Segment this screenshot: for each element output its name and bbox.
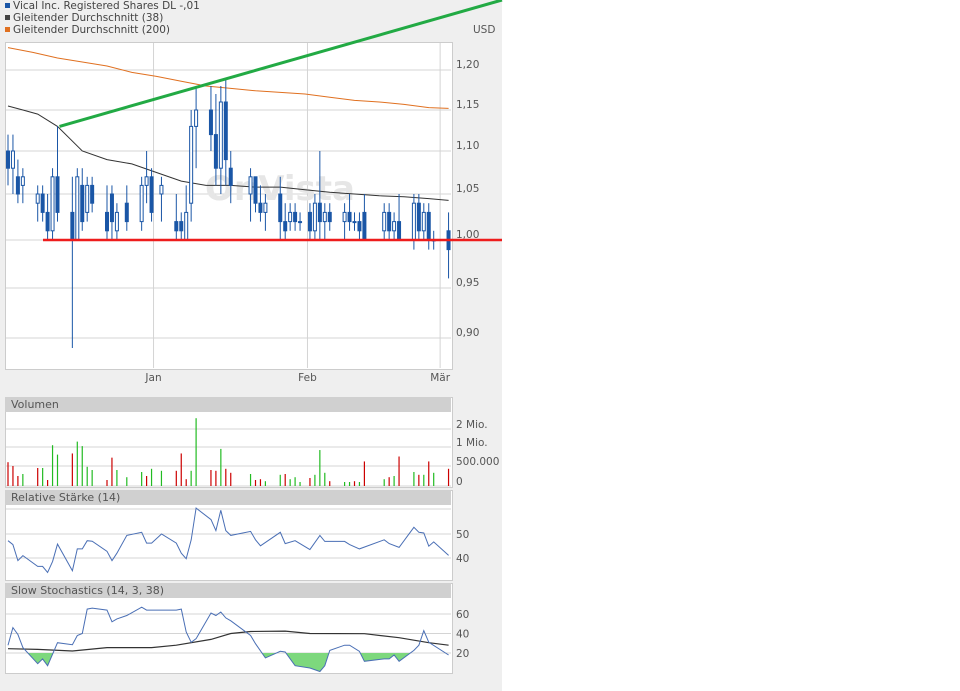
candle-body	[184, 211, 189, 241]
candle-body	[278, 193, 283, 223]
candle-body	[218, 101, 223, 169]
y-tick-label: 1,15	[456, 99, 479, 111]
candle-body	[174, 221, 179, 232]
candle-body	[416, 202, 421, 232]
candle-body	[293, 211, 298, 223]
y-tick-label: 20	[456, 648, 469, 660]
y-tick-label: 500.000	[456, 456, 499, 468]
candle-body	[50, 176, 55, 232]
candle-body	[139, 184, 144, 223]
candle-body	[387, 211, 392, 232]
candle-body	[70, 211, 75, 241]
y-tick-label: 1 Mio.	[456, 437, 488, 449]
candle-body	[248, 176, 253, 195]
y-tick-label: 0,90	[456, 327, 479, 339]
candle-body	[421, 211, 426, 232]
candle-body	[114, 211, 119, 232]
candle-body	[411, 202, 416, 241]
candle-body	[357, 221, 362, 232]
y-tick-label: 1,10	[456, 140, 479, 152]
y-tick-label: 0	[456, 476, 463, 488]
candle-body	[347, 211, 352, 223]
candle-body	[80, 184, 85, 223]
candle-body	[20, 176, 25, 186]
candle-body	[109, 193, 114, 223]
candle-body	[179, 221, 184, 232]
candle-body	[85, 184, 90, 213]
candle-body	[327, 211, 332, 223]
y-tick-label: 1,05	[456, 183, 479, 195]
y-tick-label: 0,95	[456, 277, 479, 289]
candle-body	[312, 202, 317, 232]
y-tick-label: 2 Mio.	[456, 419, 488, 431]
candle-body	[45, 211, 50, 232]
oversold-fill	[360, 653, 411, 662]
candle-body	[298, 221, 303, 224]
oversold-fill	[27, 653, 54, 666]
x-tick-label: Mär	[430, 372, 450, 384]
candle-body	[426, 211, 431, 241]
candle-body	[397, 221, 402, 241]
x-tick-label: Jan	[144, 372, 161, 384]
x-tick-label: Feb	[298, 372, 317, 384]
candle-body	[382, 211, 387, 232]
candle-body	[6, 150, 10, 169]
candle-body	[149, 176, 154, 213]
candle-body	[253, 176, 258, 204]
candle-body	[10, 150, 15, 169]
candle-body	[90, 184, 95, 204]
candle-body	[283, 221, 288, 232]
y-tick-label: 40	[456, 553, 469, 565]
candle-body	[208, 109, 213, 136]
chart-canvas: 1,201,151,101,051,000,950,90Jan Feb MärOnV…	[6, 0, 503, 673]
candle-body	[189, 125, 194, 204]
candle-body	[352, 221, 357, 224]
candle-body	[15, 176, 20, 195]
candle-body	[124, 202, 129, 223]
y-tick-label: 60	[456, 609, 469, 621]
candle-body	[223, 101, 228, 161]
candle-body	[342, 211, 347, 223]
rsi-line	[7, 507, 449, 574]
y-tick-label: 1,20	[456, 59, 479, 71]
candle-body	[40, 193, 45, 213]
candle-body	[75, 176, 80, 241]
candle-body	[258, 202, 263, 213]
candle-body	[307, 211, 312, 232]
candle-body	[213, 134, 218, 169]
candle-body	[362, 211, 367, 241]
candle-body	[194, 109, 199, 127]
candle-body	[105, 211, 109, 232]
y-tick-label: 50	[456, 529, 469, 541]
stochastics-k-line	[7, 606, 449, 673]
candle-body	[35, 193, 40, 204]
candle-body	[317, 202, 322, 223]
candle-body	[55, 176, 60, 213]
candle-body	[144, 176, 149, 186]
candle-body	[392, 221, 397, 232]
candle-body	[159, 184, 164, 195]
candle-body	[322, 211, 327, 223]
y-tick-label: 40	[456, 629, 469, 641]
candle-body	[228, 167, 233, 186]
candle-body	[288, 211, 293, 223]
candle-body	[263, 202, 268, 213]
